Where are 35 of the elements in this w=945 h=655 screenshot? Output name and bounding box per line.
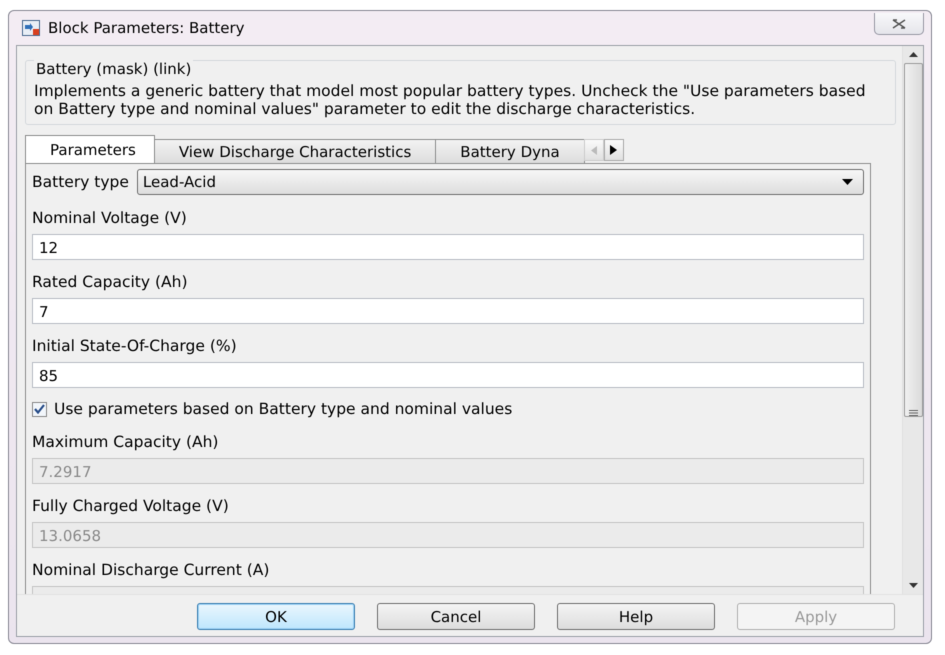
tab[interactable]: View Discharge Characteristics [154,139,436,163]
dialog-button[interactable]: OK [197,603,355,630]
dialog-button[interactable]: Cancel [377,603,535,630]
left-arrow-icon [590,146,597,154]
right-arrow-icon [610,145,618,155]
field-label: Battery type [32,173,129,191]
checkbox-label: Use parameters based on Battery type and nominal values [54,400,512,418]
scrollbar-thumb[interactable] [904,63,922,417]
field-label: Rated Capacity (Ah) [32,272,188,292]
checkbox[interactable] [32,402,47,416]
scroll-up-icon [908,52,918,57]
scroll-down-icon [908,583,918,588]
close-button[interactable] [874,13,924,35]
input-field[interactable]: 7 [32,298,864,324]
window-title: Block Parameters: Battery [48,19,246,37]
input-field[interactable]: 85 [32,362,864,388]
grip-icon [908,410,918,416]
close-icon [891,18,907,28]
battery-type-dropdown[interactable]: Lead-Acid [136,169,864,195]
field-label: Nominal Discharge Current (A) [32,560,270,580]
tab[interactable]: Parameters [25,135,155,163]
field-label: Initial State-Of-Charge (%) [32,336,238,356]
input-field[interactable]: 12 [32,234,864,260]
field-label: Nominal Voltage (V) [32,208,188,228]
tab-scroll-right-button[interactable] [604,139,624,161]
field-label: Fully Charged Voltage (V) [32,496,230,516]
dialog-button[interactable]: Help [557,603,715,630]
tab[interactable]: Battery Dyna [435,139,585,163]
dropdown-value: Lead-Acid [142,173,216,191]
block-icon [22,20,40,36]
dropdown-arrow-icon [842,179,853,185]
scrollbar[interactable] [902,46,923,594]
description-text: Implements a generic battery that model most popular battery types. Uncheck the "Use parameters based on Battery type and nominal values" parameter to edit the discharge characteristics. [34,82,867,118]
group-title: Battery (mask) (link) [34,60,194,78]
field-label: Maximum Capacity (Ah) [32,432,220,452]
